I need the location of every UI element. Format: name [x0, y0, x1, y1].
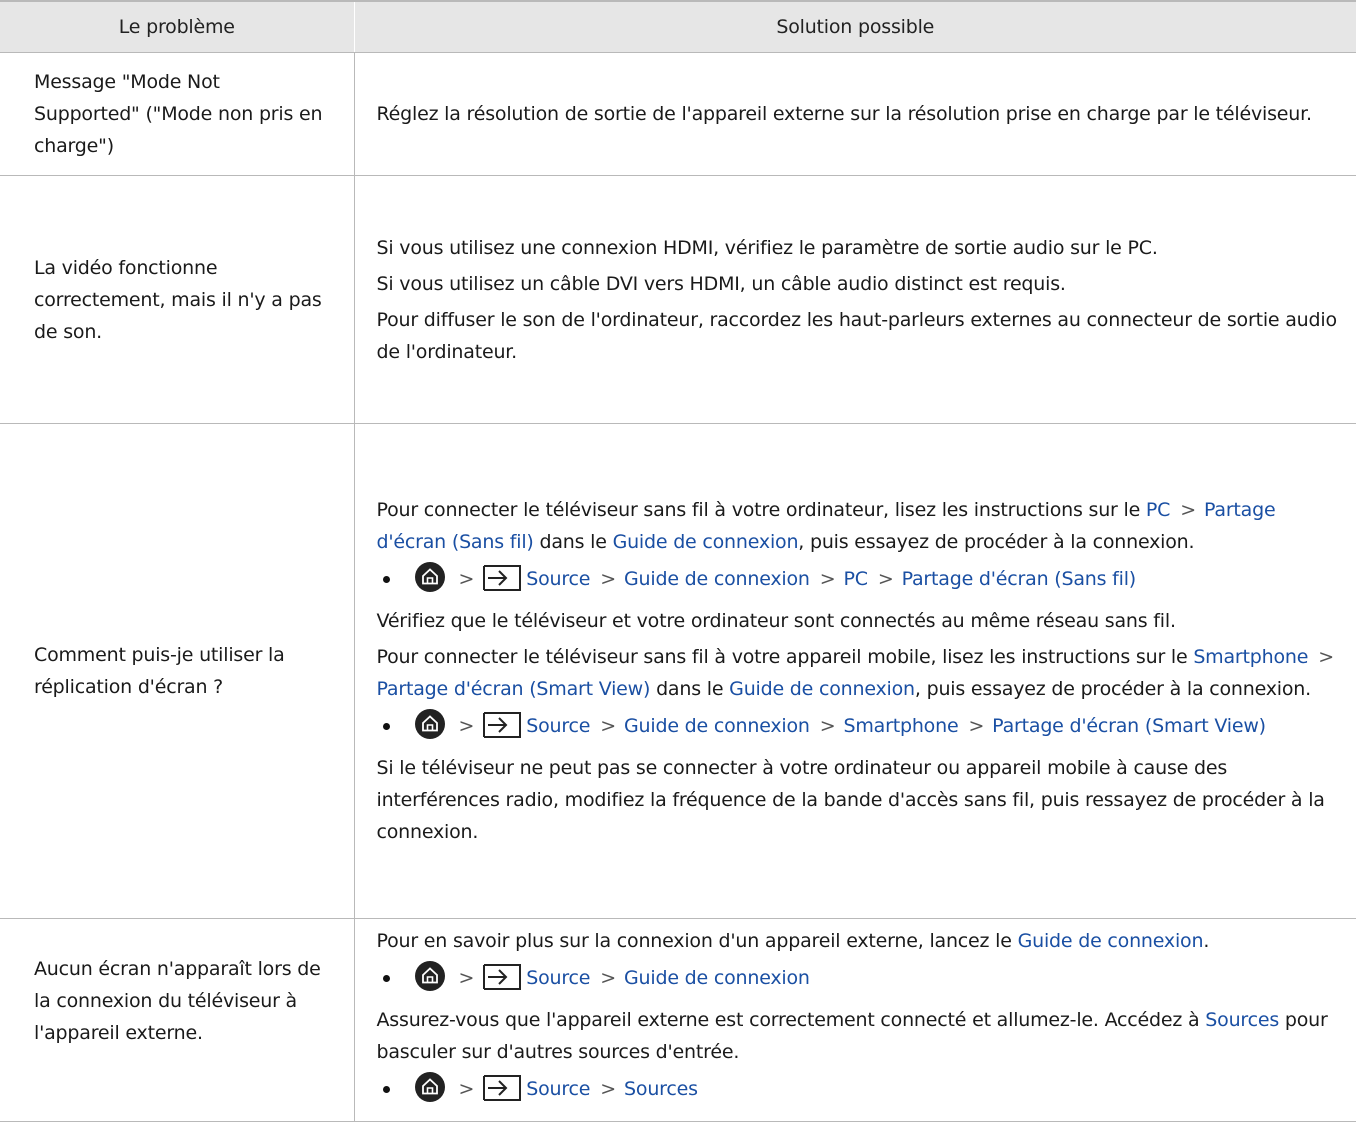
- menu-path: > Source > Guide de connexion > PC > Partage d'…: [377, 562, 1347, 601]
- link-sources[interactable]: Sources: [1205, 1009, 1279, 1031]
- solution-cell: Si vous utilisez une connexion HDMI, vér…: [354, 175, 1356, 424]
- solution-text: Vérifiez que le téléviseur et votre ordi…: [376, 610, 1176, 632]
- chevron-right-icon: >: [819, 568, 836, 590]
- bullet-dot: [382, 576, 390, 583]
- table-header: Le problème Solution possible: [0, 0, 1356, 53]
- path-connection-guide[interactable]: Guide de connexion: [624, 715, 810, 737]
- problem-cell: Comment puis-je utiliser la réplication …: [0, 423, 355, 919]
- link-connection-guide[interactable]: Guide de connexion: [613, 531, 799, 553]
- path-smartphone[interactable]: Smartphone: [844, 715, 959, 737]
- menu-path: > Source > Guide de connexion: [377, 961, 1347, 1000]
- chevron-right-icon: >: [458, 1078, 475, 1100]
- problem-cell: Message "Mode Not Supported" ("Mode non …: [0, 52, 355, 176]
- link-screen-share-smart-view[interactable]: Partage d'écran (Smart View): [377, 678, 651, 700]
- path-connection-guide[interactable]: Guide de connexion: [624, 568, 810, 590]
- path-screen-share-wireless[interactable]: Partage d'écran (Sans fil): [902, 568, 1137, 590]
- header-solution: Solution possible: [354, 0, 1356, 53]
- path-source[interactable]: Source: [526, 967, 590, 989]
- solution-text: Si vous utilisez un câble DVI vers HDMI,…: [376, 272, 1066, 295]
- chevron-right-icon: >: [819, 715, 836, 737]
- source-input-icon: [482, 964, 522, 1000]
- chevron-right-icon: >: [600, 1078, 617, 1100]
- menu-path: > Source > Sources: [377, 1072, 1347, 1111]
- link-smartphone[interactable]: Smartphone: [1193, 646, 1308, 668]
- solution-text: Assurez-vous que l'appareil externe est …: [376, 1009, 1328, 1063]
- source-input-icon: [482, 565, 522, 601]
- solution-text: Pour en savoir plus sur la connexion d'u…: [376, 930, 1210, 952]
- chevron-right-icon: >: [458, 967, 475, 989]
- solution-text: Pour diffuser le son de l'ordinateur, ra…: [376, 308, 1338, 363]
- path-connection-guide[interactable]: Guide de connexion: [624, 967, 810, 989]
- path-source[interactable]: Source: [526, 715, 590, 737]
- path-source[interactable]: Source: [526, 568, 590, 590]
- solution-cell: Pour connecter le téléviseur sans fil à …: [354, 423, 1356, 919]
- solution-text: Si vous utilisez une connexion HDMI, vér…: [376, 236, 1158, 259]
- troubleshooting-table: Le problème Solution possible Message "M…: [0, 0, 1356, 1122]
- path-pc[interactable]: PC: [844, 568, 869, 590]
- menu-path: > Source > Guide de connexion > Smartphone > Pa…: [377, 709, 1347, 748]
- path-screen-share-smart-view[interactable]: Partage d'écran (Smart View): [992, 715, 1266, 737]
- bullet-dot: [382, 723, 390, 730]
- chevron-right-icon: >: [877, 568, 894, 590]
- table-row: La vidéo fonctionne correctement, mais i…: [0, 175, 1356, 424]
- solution-cell: Pour en savoir plus sur la connexion d'u…: [354, 918, 1356, 1122]
- chevron-right-icon: >: [458, 715, 475, 737]
- solution-cell: Réglez la résolution de sortie de l'appa…: [354, 52, 1356, 176]
- bullet-dot: [382, 975, 390, 982]
- path-source[interactable]: Source: [526, 1078, 590, 1100]
- chevron-right-icon: >: [1180, 499, 1196, 521]
- link-connection-guide[interactable]: Guide de connexion: [729, 678, 915, 700]
- chevron-right-icon: >: [968, 715, 985, 737]
- problem-cell: Aucun écran n'apparaît lors de la connex…: [0, 918, 355, 1122]
- home-icon: [414, 709, 445, 739]
- chevron-right-icon: >: [1318, 646, 1334, 668]
- link-connection-guide[interactable]: Guide de connexion: [1018, 930, 1204, 952]
- problem-cell: La vidéo fonctionne correctement, mais i…: [0, 175, 355, 424]
- solution-text: Pour connecter le téléviseur sans fil à …: [377, 641, 1347, 705]
- chevron-right-icon: >: [600, 568, 617, 590]
- source-input-icon: [482, 1075, 522, 1111]
- bullet-dot: [382, 1086, 390, 1093]
- chevron-right-icon: >: [458, 568, 475, 590]
- home-icon: [414, 1072, 445, 1102]
- home-icon: [414, 961, 445, 991]
- header-problem: Le problème: [0, 0, 355, 53]
- solution-text: Pour connecter le téléviseur sans fil à …: [377, 494, 1347, 558]
- table-row: Aucun écran n'apparaît lors de la connex…: [0, 918, 1356, 1122]
- solution-text: Si le téléviseur ne peut pas se connecte…: [376, 757, 1325, 843]
- chevron-right-icon: >: [600, 967, 617, 989]
- home-icon: [414, 562, 445, 592]
- source-input-icon: [482, 712, 522, 748]
- table-row: Comment puis-je utiliser la réplication …: [0, 423, 1356, 919]
- chevron-right-icon: >: [600, 715, 617, 737]
- path-sources[interactable]: Sources: [624, 1078, 698, 1100]
- solution-text: Réglez la résolution de sortie de l'appa…: [376, 103, 1313, 125]
- link-pc[interactable]: PC: [1146, 499, 1171, 521]
- table-row: Message "Mode Not Supported" ("Mode non …: [0, 52, 1356, 176]
